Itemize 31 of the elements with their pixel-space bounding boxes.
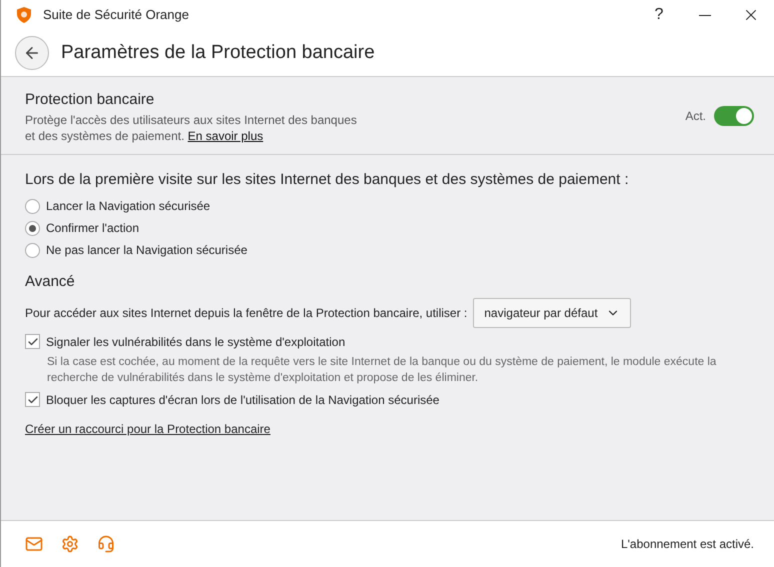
toggle-label: Act. — [685, 108, 706, 126]
shield-logo-icon — [17, 7, 31, 23]
shortcut-link[interactable]: Créer un raccourci pour la Protection bancaire — [25, 420, 270, 438]
toggle-switch[interactable] — [714, 106, 754, 126]
window-title: Suite de Sécurité Orange — [43, 6, 189, 24]
back-button[interactable] — [15, 36, 49, 70]
question-text: Lors de la première visite sur les sites Internet des banques et des systèmes de paiement : — [25, 170, 630, 190]
radio-button[interactable] — [25, 242, 40, 258]
settings-icon[interactable] — [61, 535, 79, 553]
subscription-status: L'abonnement est activé. — [620, 536, 754, 553]
minimize-icon — [699, 14, 711, 16]
checkbox-option[interactable]: Bloquer les captures d'écran lors de l'utilisation de la Navigation sécurisée — [25, 388, 760, 412]
section-description: Protège l'accès des utilisateurs aux sites Internet des banques et des systèmes de paiement. En savoir plus — [25, 112, 358, 144]
radio-button[interactable] — [25, 198, 40, 214]
radio-option[interactable]: Ne pas lancer la Navigation sécurisée — [25, 239, 760, 261]
checkbox[interactable] — [25, 392, 40, 407]
advanced-heading: Avancé — [25, 272, 76, 292]
checkbox[interactable] — [25, 334, 40, 349]
mail-icon[interactable] — [25, 535, 43, 553]
hint-text: Si la case est cochée, au moment de la requête vers le site Internet de la banque ou du système de paiement, le module exécute la recherche de vulnérabilités dans le système d'exploitation et propose de les éliminer. — [47, 354, 718, 386]
learn-more-link[interactable]: En savoir plus — [188, 128, 264, 142]
radio-option[interactable]: Lancer la Navigation sécurisée — [25, 195, 760, 217]
radio-button[interactable] — [25, 220, 40, 236]
checkbox-option[interactable]: Signaler les vulnérabilités dans le système d'exploitation — [25, 330, 760, 354]
radio-option[interactable]: Confirmer l'action — [25, 217, 760, 239]
help-button[interactable]: ? — [636, 0, 682, 30]
support-icon[interactable] — [97, 535, 115, 553]
page-title: Paramètres de la Protection bancaire — [61, 40, 375, 65]
browser-dropdown[interactable]: navigateur par défaut — [473, 298, 631, 328]
browser-label: Pour accéder aux sites Internet depuis la fenêtre de la Protection bancaire, utiliser : — [25, 304, 468, 322]
section-title: Protection bancaire — [25, 90, 156, 110]
